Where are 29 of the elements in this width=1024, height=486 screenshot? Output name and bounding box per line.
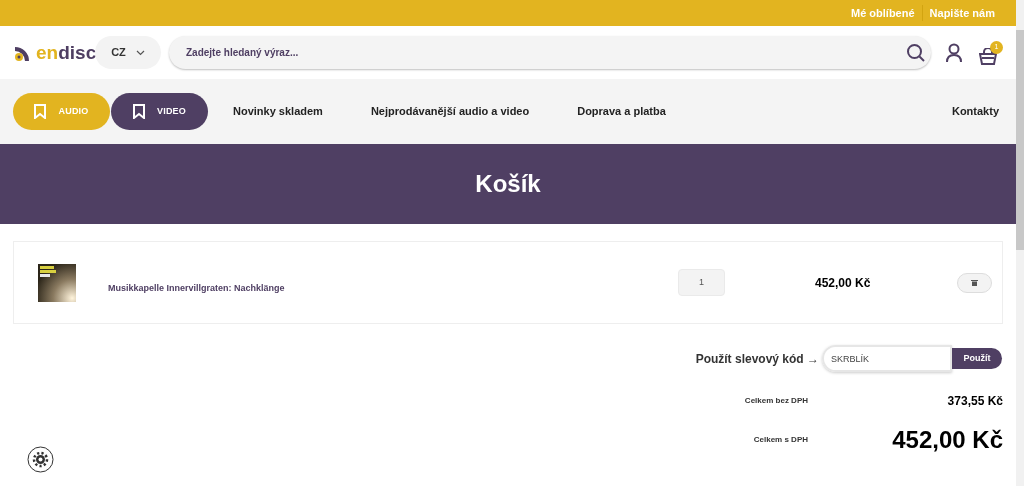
product-link[interactable]: Musikkapelle Innervillgraten: Nachklänge: [108, 281, 508, 296]
item-price: 452,00 Kč: [815, 274, 872, 292]
quantity-field[interactable]: 1: [678, 269, 725, 296]
search-field[interactable]: Zadejte hledaný výraz...: [169, 36, 931, 69]
total-value: 452,00 Kč: [891, 425, 1003, 455]
bookmark-icon: [132, 104, 145, 119]
settings-icon[interactable]: [27, 446, 54, 473]
nav-link[interactable]: Doprava a platba: [577, 103, 666, 120]
logo-text: disc: [58, 43, 97, 62]
trash-icon: [971, 279, 978, 286]
category-button[interactable]: VIDEO: [111, 93, 208, 130]
nav-link[interactable]: Nejprodávanější audio a video: [370, 103, 530, 120]
language-select[interactable]: CZ: [95, 36, 161, 69]
nav-link[interactable]: Novinky skladem: [233, 103, 323, 120]
apply-button[interactable]: Použít: [952, 348, 1002, 369]
logo-text: en: [36, 43, 59, 62]
user-icon[interactable]: [945, 42, 963, 63]
search-icon[interactable]: [906, 42, 926, 63]
bookmark-icon: [34, 104, 47, 119]
delete-button[interactable]: [957, 272, 992, 293]
discount-code-field[interactable]: SKRBLÍK: [822, 345, 952, 372]
chevron-down-icon: [135, 49, 145, 56]
page-title: Košík: [475, 169, 541, 199]
total-value: 373,55 Kč: [946, 393, 1003, 410]
nav-link[interactable]: Kontakty: [951, 103, 999, 120]
total-label: Celkem s DPH: [752, 434, 808, 446]
discount-label: Použít slevový kód →: [695, 350, 819, 368]
basket-icon[interactable]: [979, 47, 997, 65]
total-label: Celkem bez DPH: [743, 395, 808, 407]
